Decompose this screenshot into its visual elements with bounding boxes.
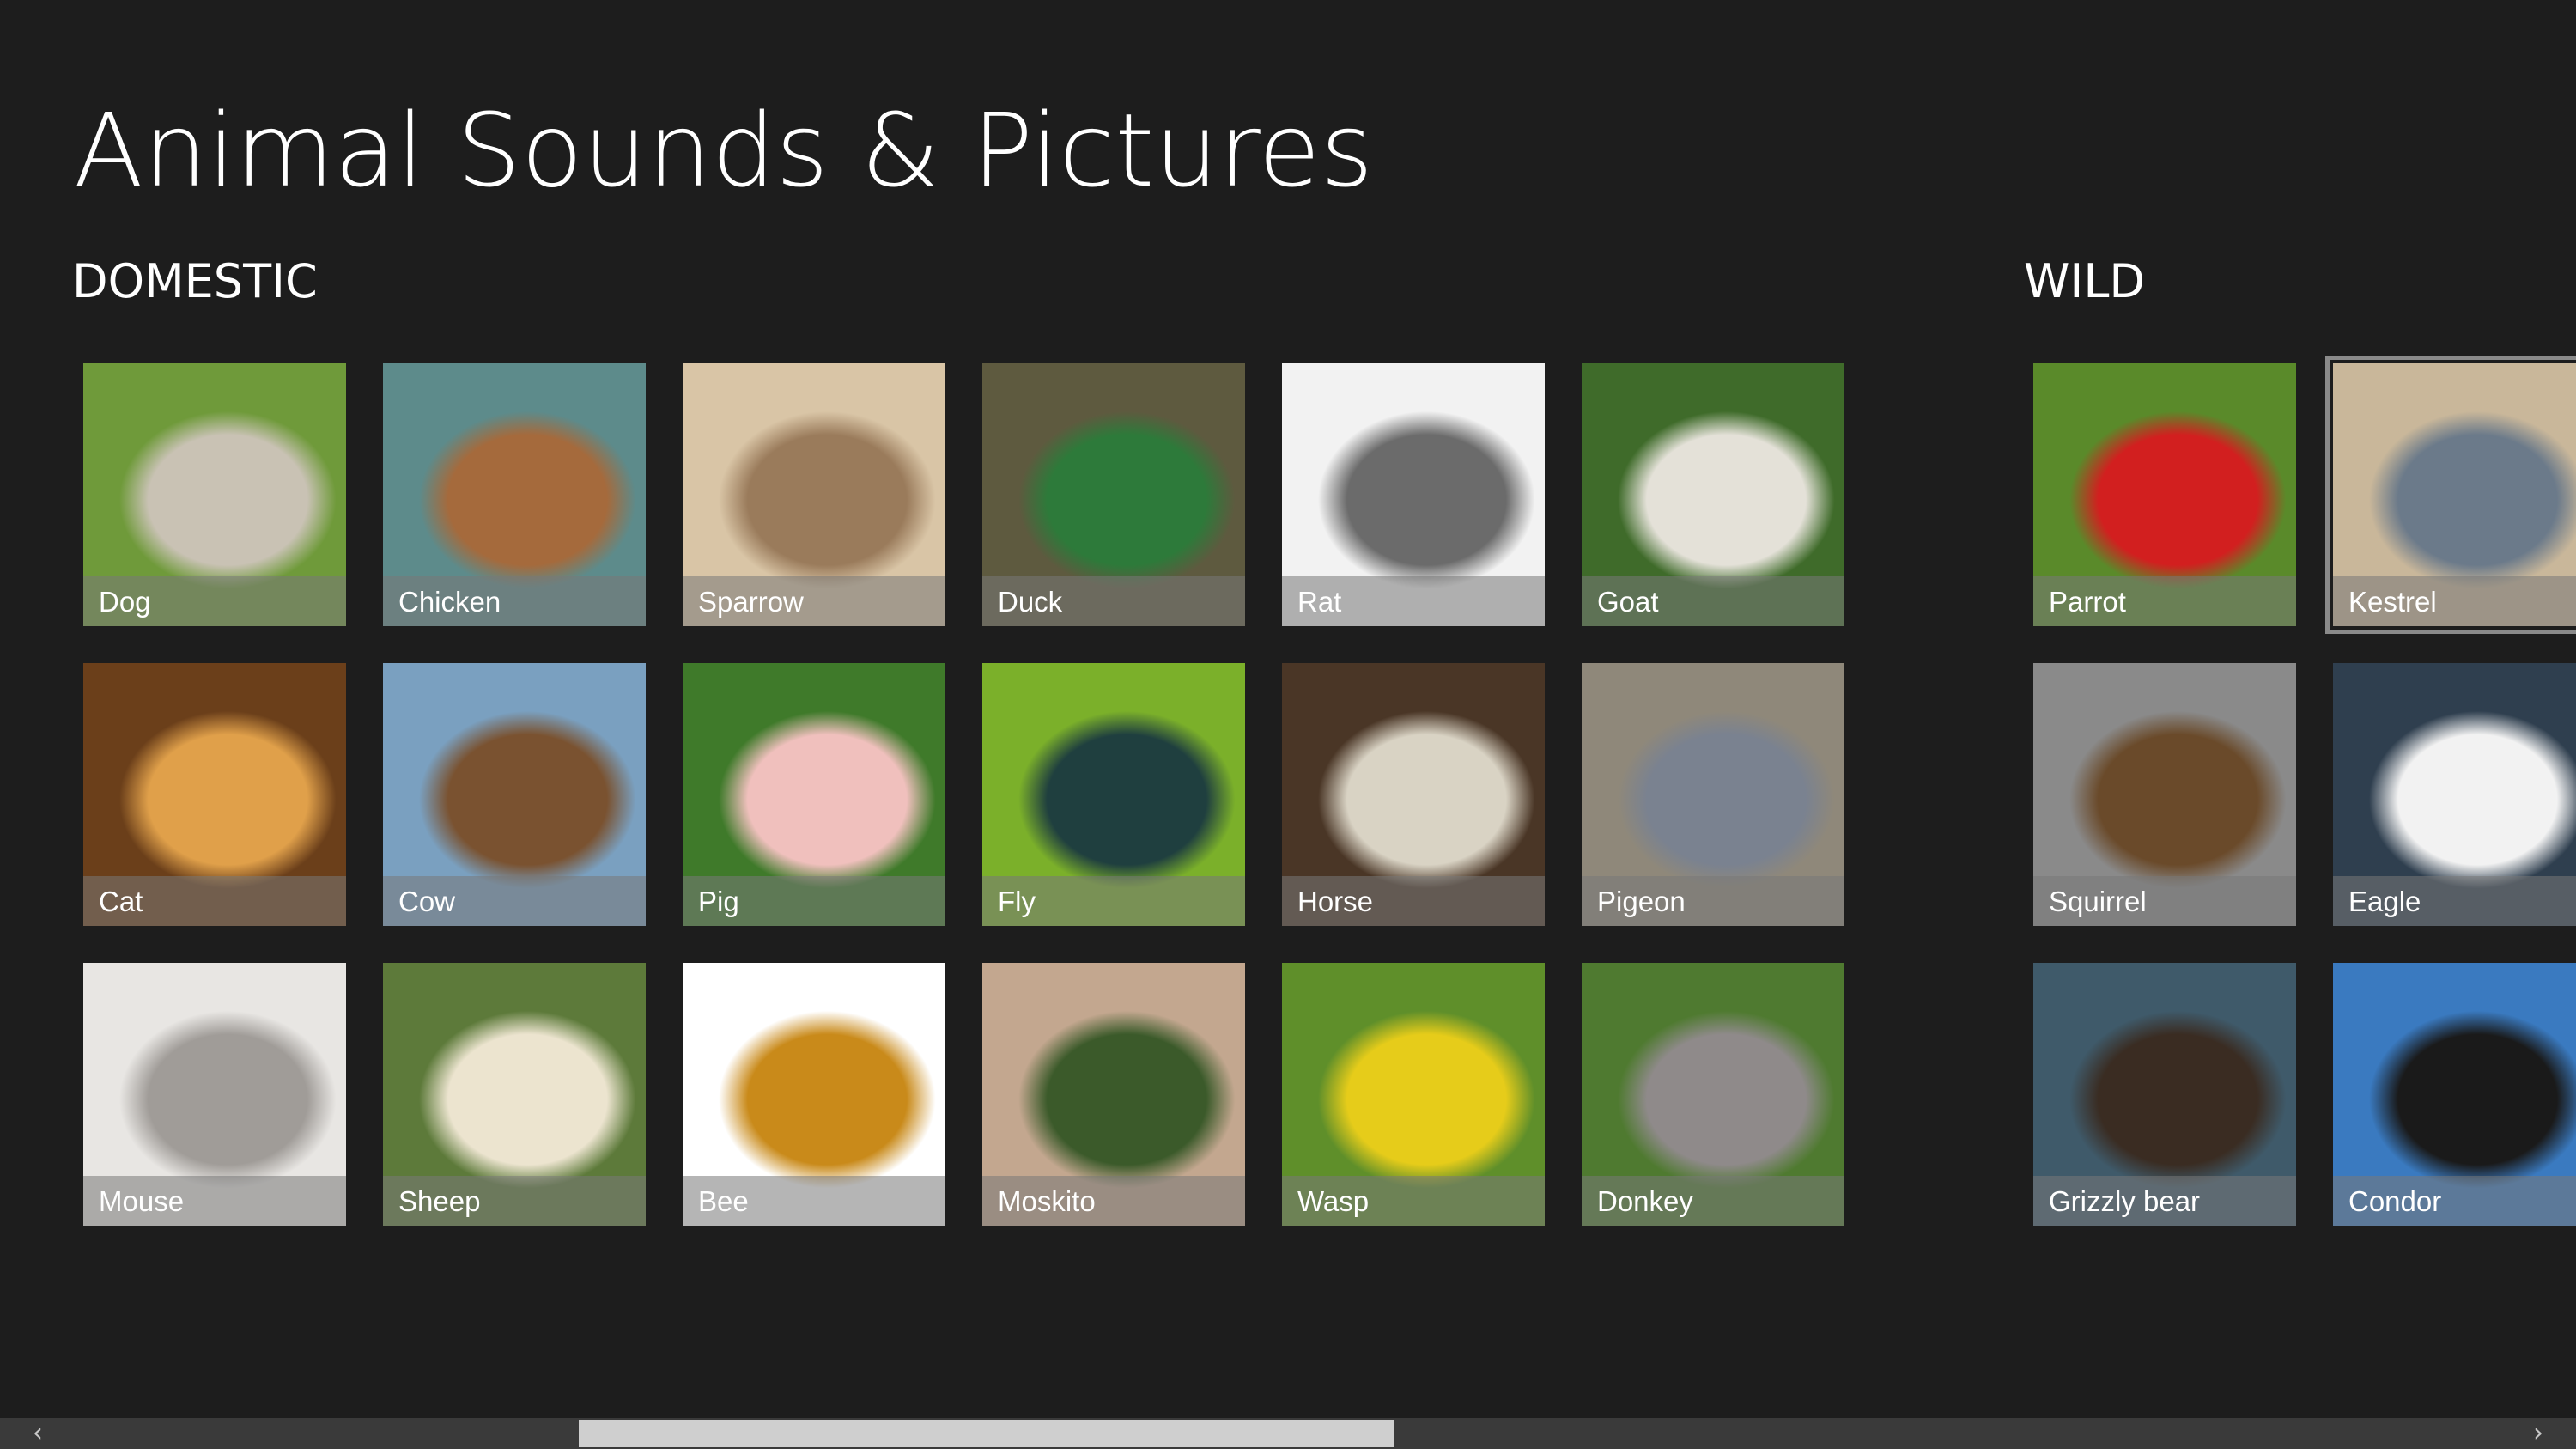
tile-caption: Parrot xyxy=(2033,576,2296,626)
animal-tile-horse[interactable]: Horse xyxy=(1282,663,1545,926)
tile-label: Rat xyxy=(1297,586,1342,618)
tile-label: Chicken xyxy=(398,586,501,618)
animal-tile-rat[interactable]: Rat xyxy=(1282,363,1545,626)
tile-label: Dog xyxy=(99,586,151,618)
scrollbar-thumb[interactable] xyxy=(579,1420,1394,1447)
tile-label: Squirrel xyxy=(2049,886,2147,917)
animal-tile-sparrow[interactable]: Sparrow xyxy=(683,363,945,626)
animal-tile-pig[interactable]: Pig xyxy=(683,663,945,926)
tile-label: Sheep xyxy=(398,1185,481,1217)
animal-tile-parrot[interactable]: Parrot xyxy=(2033,363,2296,626)
tile-label: Cat xyxy=(99,886,143,917)
tile-label: Wasp xyxy=(1297,1185,1370,1217)
animal-tile-moskito[interactable]: Moskito xyxy=(982,963,1245,1226)
tile-caption: Squirrel xyxy=(2033,876,2296,926)
tile-label: Fly xyxy=(998,886,1036,917)
animal-tile-chicken[interactable]: Chicken xyxy=(383,363,646,626)
tile-label: Donkey xyxy=(1597,1185,1693,1217)
tile-label: Bee xyxy=(698,1185,749,1217)
animal-tile-mouse[interactable]: Mouse xyxy=(83,963,346,1226)
scroll-left-icon[interactable]: ‹ xyxy=(12,1418,64,1449)
tile-label: Pigeon xyxy=(1597,886,1686,917)
animal-tile-eagle[interactable]: Eagle xyxy=(2333,663,2576,926)
tile-label: Duck xyxy=(998,586,1063,618)
tile-caption: Mouse xyxy=(83,1176,346,1226)
tile-caption: Duck xyxy=(982,576,1245,626)
group-header-domestic[interactable]: DOMESTIC xyxy=(72,249,318,314)
tile-label: Grizzly bear xyxy=(2049,1185,2201,1217)
tile-label: Condor xyxy=(2348,1185,2442,1217)
tile-caption: Condor xyxy=(2333,1176,2576,1226)
group-header-wild[interactable]: WILD xyxy=(2024,249,2145,314)
wild-tile-grid: Parrot Kestrel Squirrel Eagle Grizzly bear Co… xyxy=(2033,356,2576,1226)
app-window: Animal Sounds & Pictures DOMESTIC WILD D… xyxy=(0,0,2576,1449)
tile-caption: Pig xyxy=(683,876,945,926)
tile-label: Kestrel xyxy=(2348,586,2437,618)
tile-caption: Moskito xyxy=(982,1176,1245,1226)
tile-caption: Horse xyxy=(1282,876,1545,926)
animal-tile-duck[interactable]: Duck xyxy=(982,363,1245,626)
animal-tile-bee[interactable]: Bee xyxy=(683,963,945,1226)
tile-caption: Fly xyxy=(982,876,1245,926)
animal-tile-pigeon[interactable]: Pigeon xyxy=(1582,663,1844,926)
tile-caption: Bee xyxy=(683,1176,945,1226)
tile-caption: Grizzly bear xyxy=(2033,1176,2296,1226)
tile-label: Cow xyxy=(398,886,456,917)
horizontal-scrollbar[interactable]: ‹ › xyxy=(0,1418,2576,1449)
tile-caption: Pigeon xyxy=(1582,876,1844,926)
animal-tile-cow[interactable]: Cow xyxy=(383,663,646,926)
animal-tile-cat[interactable]: Cat xyxy=(83,663,346,926)
tile-label: Mouse xyxy=(99,1185,185,1217)
animal-tile-condor[interactable]: Condor xyxy=(2333,963,2576,1226)
tile-label: Eagle xyxy=(2348,886,2421,917)
tile-label: Horse xyxy=(1297,886,1374,917)
tile-label: Goat xyxy=(1597,586,1659,618)
tile-caption: Sheep xyxy=(383,1176,646,1226)
animal-tile-fly[interactable]: Fly xyxy=(982,663,1245,926)
scroll-right-icon[interactable]: › xyxy=(2512,1418,2564,1449)
tile-caption: Wasp xyxy=(1282,1176,1545,1226)
tile-caption: Rat xyxy=(1282,576,1545,626)
tile-caption: Eagle xyxy=(2333,876,2576,926)
app-title: Animal Sounds & Pictures xyxy=(74,91,1374,210)
tile-caption: Cow xyxy=(383,876,646,926)
animal-tile-kestrel[interactable]: Kestrel xyxy=(2325,356,2576,634)
tile-caption: Chicken xyxy=(383,576,646,626)
animal-tile-goat[interactable]: Goat xyxy=(1582,363,1844,626)
tile-caption: Kestrel xyxy=(2333,576,2576,626)
animal-tile-grizzly-bear[interactable]: Grizzly bear xyxy=(2033,963,2296,1226)
tile-caption: Goat xyxy=(1582,576,1844,626)
animal-tile-sheep[interactable]: Sheep xyxy=(383,963,646,1226)
tile-label: Moskito xyxy=(998,1185,1096,1217)
tile-caption: Sparrow xyxy=(683,576,945,626)
tile-label: Pig xyxy=(698,886,739,917)
animal-tile-dog[interactable]: Dog xyxy=(83,363,346,626)
tile-caption: Dog xyxy=(83,576,346,626)
animal-tile-wasp[interactable]: Wasp xyxy=(1282,963,1545,1226)
tile-label: Parrot xyxy=(2049,586,2126,618)
tile-label: Sparrow xyxy=(698,586,804,618)
domestic-tile-grid: Dog Chicken Sparrow Duck Rat Goat Cat Cow Pig Fly… xyxy=(83,363,1844,1226)
animal-tile-squirrel[interactable]: Squirrel xyxy=(2033,663,2296,926)
tile-caption: Donkey xyxy=(1582,1176,1844,1226)
tile-caption: Cat xyxy=(83,876,346,926)
animal-tile-donkey[interactable]: Donkey xyxy=(1582,963,1844,1226)
